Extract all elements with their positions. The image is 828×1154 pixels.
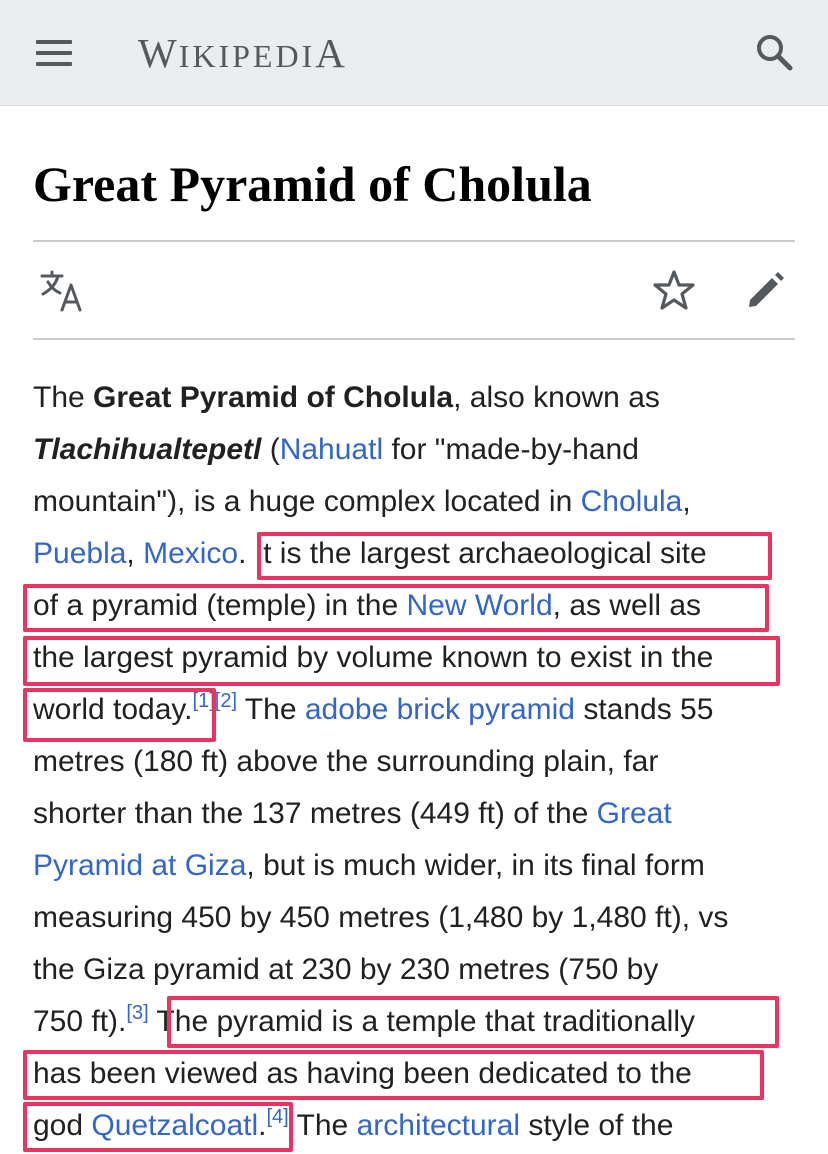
highlight-box bbox=[167, 996, 779, 1048]
text-line: shorter than the 137 metres (449 ft) of … bbox=[33, 797, 672, 830]
link-architectural[interactable]: architectural bbox=[357, 1109, 520, 1142]
highlight-box bbox=[23, 1050, 764, 1100]
text-line: mountain"), is a huge complex located in… bbox=[33, 485, 691, 518]
highlight-box bbox=[23, 688, 216, 742]
text-line: The Great Pyramid of Cholula, also known… bbox=[33, 381, 660, 414]
link-adobe-brick-pyramid[interactable]: adobe brick pyramid bbox=[305, 693, 575, 726]
link-great-pyramid-part2[interactable]: Pyramid at Giza bbox=[33, 849, 246, 882]
bold-italic-native-name: Tlachihualtepetl bbox=[33, 433, 262, 466]
link-mexico[interactable]: Mexico bbox=[143, 537, 238, 570]
hamburger-menu-icon[interactable] bbox=[36, 38, 74, 68]
text-line: metres (180 ft) above the surrounding pl… bbox=[33, 745, 659, 778]
link-great-pyramid-part1[interactable]: Great bbox=[597, 797, 672, 830]
link-cholula[interactable]: Cholula bbox=[581, 485, 683, 518]
logo-letter-w: W bbox=[138, 30, 179, 76]
citation-3[interactable]: [3] bbox=[126, 1002, 148, 1024]
translate-icon[interactable] bbox=[40, 270, 86, 312]
text-line: Tlachihualtepetl (Nahuatl for "made-by-h… bbox=[33, 433, 639, 466]
title-divider bbox=[33, 240, 795, 242]
page-title: Great Pyramid of Cholula bbox=[33, 156, 592, 212]
text-line: measuring 450 by 450 metres (1,480 by 1,… bbox=[33, 901, 729, 934]
link-puebla[interactable]: Puebla bbox=[33, 537, 126, 570]
pencil-icon[interactable] bbox=[744, 268, 788, 312]
text-line: the Giza pyramid at 230 by 230 metres (7… bbox=[33, 953, 659, 986]
highlight-box bbox=[23, 1102, 293, 1152]
wikipedia-logo[interactable]: WIKIPEDIA bbox=[138, 30, 347, 76]
logo-letter-a: A bbox=[315, 30, 347, 76]
highlight-box bbox=[23, 636, 780, 686]
bold-article-name: Great Pyramid of Cholula bbox=[93, 381, 454, 414]
star-icon[interactable] bbox=[652, 268, 696, 312]
link-nahuatl[interactable]: Nahuatl bbox=[280, 433, 383, 466]
highlight-box bbox=[257, 532, 772, 580]
logo-letters-middle: IKIPEDI bbox=[178, 38, 316, 74]
header-bar: WIKIPEDIA bbox=[0, 0, 828, 106]
toolbar-divider bbox=[33, 338, 795, 340]
search-icon[interactable] bbox=[754, 32, 794, 72]
highlight-box bbox=[23, 584, 769, 632]
text-line: Pyramid at Giza, but is much wider, in i… bbox=[33, 849, 705, 882]
